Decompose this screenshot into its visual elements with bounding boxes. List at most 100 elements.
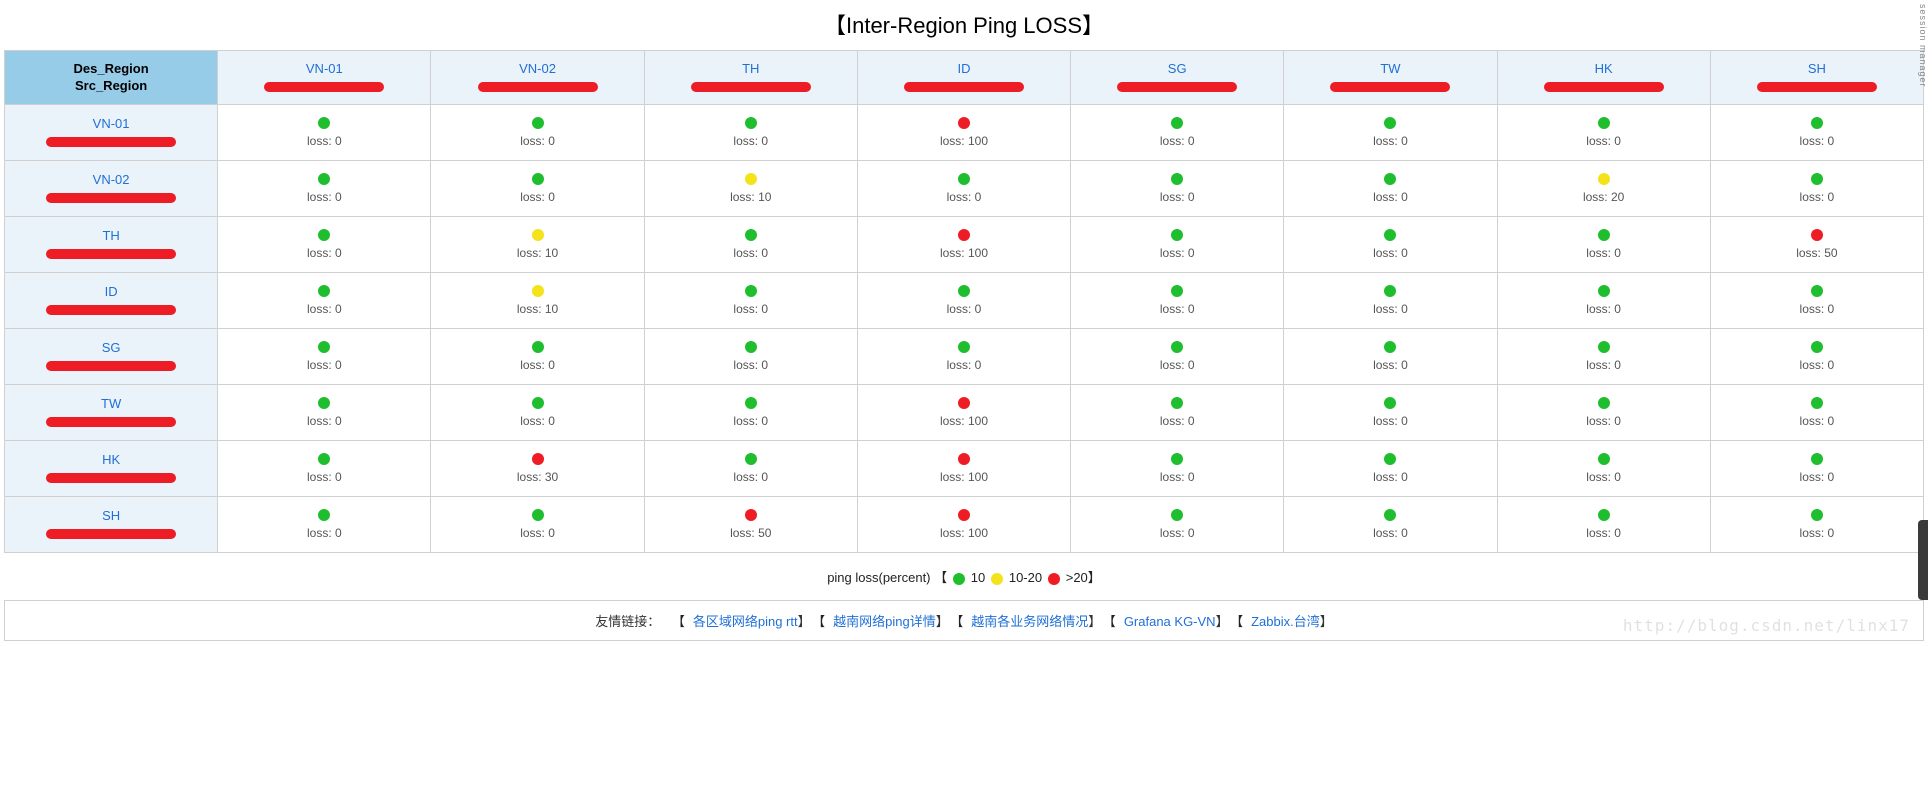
status-dot-green-icon [745, 397, 757, 409]
row-region-name: SH [9, 508, 213, 523]
loss-cell: loss: 0 [1071, 273, 1284, 329]
loss-value: loss: 100 [940, 246, 988, 260]
loss-value: loss: 0 [1160, 470, 1195, 484]
loss-cell: loss: 100 [857, 385, 1070, 441]
status-dot-green-icon [1384, 229, 1396, 241]
status-dot-green-icon [1171, 509, 1183, 521]
status-dot-red-icon [958, 509, 970, 521]
status-dot-green-icon [958, 173, 970, 185]
loss-cell: loss: 0 [218, 217, 431, 273]
status-dot-green-icon [318, 117, 330, 129]
loss-value: loss: 30 [517, 470, 558, 484]
loss-cell: loss: 0 [1497, 273, 1710, 329]
loss-value: loss: 20 [1583, 190, 1624, 204]
status-dot-green-icon [1598, 285, 1610, 297]
footer-link[interactable]: 各区域网络ping rtt [693, 614, 798, 629]
legend-dot-yellow-icon [991, 573, 1003, 585]
status-dot-green-icon [745, 341, 757, 353]
redacted-ip [46, 417, 176, 427]
col-header-HK: HK [1497, 51, 1710, 105]
side-panel-handle[interactable] [1918, 520, 1928, 600]
footer-label: 友情链接： [595, 614, 664, 629]
loss-cell: loss: 0 [1497, 385, 1710, 441]
loss-value: loss: 0 [1160, 526, 1195, 540]
loss-cell: loss: 0 [218, 105, 431, 161]
status-dot-green-icon [1171, 397, 1183, 409]
loss-value: loss: 0 [1373, 134, 1408, 148]
status-dot-red-icon [745, 509, 757, 521]
status-dot-green-icon [1598, 229, 1610, 241]
row-header-TW: TW [5, 385, 218, 441]
col-region-name: TH [649, 61, 853, 76]
status-dot-green-icon [1811, 509, 1823, 521]
status-dot-green-icon [1384, 285, 1396, 297]
loss-value: loss: 0 [307, 302, 342, 316]
loss-cell: loss: 0 [218, 385, 431, 441]
loss-cell: loss: 0 [1071, 217, 1284, 273]
loss-cell: loss: 100 [857, 497, 1070, 553]
loss-value: loss: 0 [307, 246, 342, 260]
footer-open-bracket: 【 [1109, 614, 1116, 629]
legend-open-bracket: 【 [934, 570, 947, 585]
col-header-SG: SG [1071, 51, 1284, 105]
status-dot-green-icon [958, 285, 970, 297]
footer-open-bracket: 【 [1237, 614, 1244, 629]
loss-cell: loss: 0 [1497, 217, 1710, 273]
footer-link[interactable]: 越南网络ping详情 [833, 614, 936, 629]
status-dot-yellow-icon [745, 173, 757, 185]
loss-value: loss: 0 [1160, 190, 1195, 204]
loss-cell: loss: 10 [644, 161, 857, 217]
loss-value: loss: 0 [733, 134, 768, 148]
redacted-ip [904, 82, 1024, 92]
loss-cell: loss: 0 [431, 105, 644, 161]
loss-value: loss: 0 [733, 414, 768, 428]
ping-loss-table: Des_RegionSrc_RegionVN-01VN-02THIDSGTWHK… [4, 50, 1924, 553]
loss-value: loss: 100 [940, 414, 988, 428]
status-dot-red-icon [958, 229, 970, 241]
footer-close-bracket: 】 [1088, 614, 1101, 629]
footer-close-bracket: 】 [936, 614, 949, 629]
loss-cell: loss: 0 [1710, 161, 1923, 217]
col-header-ID: ID [857, 51, 1070, 105]
loss-cell: loss: 0 [1284, 105, 1497, 161]
footer-link[interactable]: Zabbix.台湾 [1251, 614, 1320, 629]
footer-link[interactable]: Grafana KG-VN [1124, 614, 1216, 629]
redacted-ip [264, 82, 384, 92]
loss-cell: loss: 0 [1497, 105, 1710, 161]
status-dot-green-icon [745, 285, 757, 297]
status-dot-green-icon [318, 341, 330, 353]
status-dot-green-icon [318, 509, 330, 521]
loss-value: loss: 0 [947, 190, 982, 204]
loss-value: loss: 0 [1373, 414, 1408, 428]
row-region-name: TH [9, 228, 213, 243]
status-dot-green-icon [1384, 341, 1396, 353]
status-dot-green-icon [318, 397, 330, 409]
loss-value: loss: 0 [947, 302, 982, 316]
status-dot-green-icon [1811, 341, 1823, 353]
status-dot-green-icon [1811, 285, 1823, 297]
loss-value: loss: 0 [307, 134, 342, 148]
footer-link[interactable]: 越南各业务网络情况 [971, 614, 1088, 629]
loss-value: loss: 0 [307, 358, 342, 372]
status-dot-green-icon [958, 341, 970, 353]
loss-cell: loss: 0 [1710, 441, 1923, 497]
status-dot-green-icon [1811, 117, 1823, 129]
loss-value: loss: 0 [520, 526, 555, 540]
row-region-name: VN-02 [9, 172, 213, 187]
col-region-name: SG [1075, 61, 1279, 76]
loss-value: loss: 0 [1800, 190, 1835, 204]
loss-cell: loss: 0 [1497, 497, 1710, 553]
status-dot-green-icon [1171, 341, 1183, 353]
legend-dot-red-icon [1048, 573, 1060, 585]
status-dot-green-icon [1171, 229, 1183, 241]
side-panel-label: session manager [1918, 4, 1928, 88]
status-dot-green-icon [1598, 509, 1610, 521]
loss-cell: loss: 0 [1071, 497, 1284, 553]
loss-cell: loss: 0 [1710, 497, 1923, 553]
col-header-VN-01: VN-01 [218, 51, 431, 105]
col-region-name: HK [1502, 61, 1706, 76]
loss-value: loss: 0 [307, 470, 342, 484]
redacted-ip [46, 305, 176, 315]
loss-cell: loss: 0 [1284, 329, 1497, 385]
legend-close-bracket: 】 [1088, 570, 1101, 585]
